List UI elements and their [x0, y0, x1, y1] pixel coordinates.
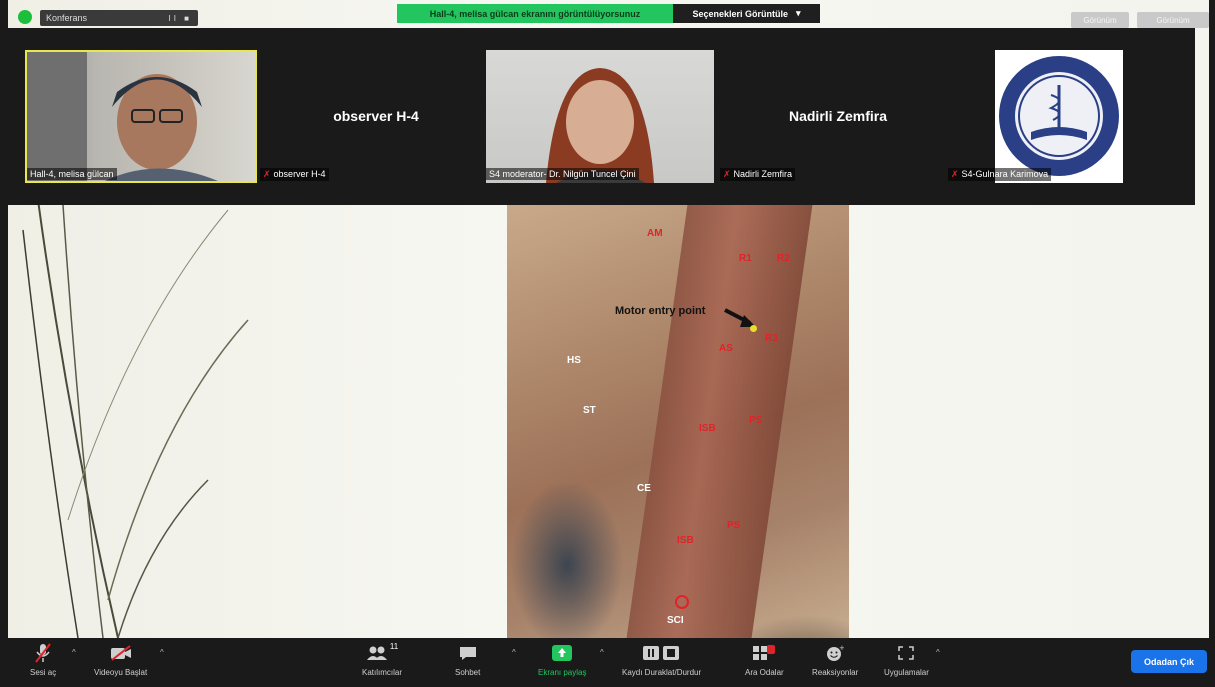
participant-gallery: Hall-4, melisa gülcan observer H-4 ✗ obse… — [8, 28, 1195, 205]
mic-muted-icon: ✗ — [723, 169, 731, 179]
breakout-rooms-label: Ara Odalar — [745, 668, 784, 677]
chevron-down-icon: ▾ — [796, 8, 801, 18]
security-shield-icon[interactable] — [18, 10, 32, 24]
view-pill-controls[interactable]: II ■ — [169, 14, 193, 23]
recording-controls-button[interactable]: Kaydı Duraklat/Durdur — [622, 642, 701, 677]
apps-button[interactable]: Uygulamalar — [884, 642, 929, 677]
participants-icon — [366, 646, 387, 660]
label-st: ST — [583, 405, 596, 416]
view-options-button[interactable]: Seçenekleri Görüntüle ▾ — [673, 4, 820, 23]
microphone-muted-icon — [35, 643, 51, 663]
participant-video-1[interactable] — [25, 50, 257, 183]
apps-icon — [898, 646, 915, 660]
motor-point-marker — [750, 325, 757, 332]
participant-name-4: Nadirli Zemfira — [788, 108, 888, 124]
view-options-label: Seçenekleri Görüntüle — [692, 8, 788, 19]
screen-share-banner: Hall-4, melisa gülcan ekranını görüntülü… — [397, 4, 673, 23]
participant-label-5-text: S4-Gulnara Karimova — [961, 169, 1049, 179]
university-seal-icon — [999, 56, 1119, 176]
chevron-up-icon[interactable]: ^ — [936, 648, 940, 657]
participant-label-4: ✗ Nadirli Zemfira — [720, 168, 796, 181]
breakout-rooms-button[interactable]: Ara Odalar — [745, 642, 784, 677]
top-right-button-2[interactable]: Görünüm — [1137, 12, 1209, 28]
chevron-up-icon[interactable]: ^ — [512, 648, 516, 657]
participants-count: 11 — [389, 642, 399, 651]
mic-muted-icon: ✗ — [951, 169, 959, 179]
label-sci: SCI — [667, 615, 684, 626]
participant-video-3[interactable] — [486, 50, 714, 183]
mic-muted-icon: ✗ — [263, 169, 271, 179]
participants-button[interactable]: 11 Katılımcılar — [362, 642, 402, 677]
chevron-up-icon[interactable]: ^ — [72, 648, 76, 657]
participant-label-2-text: observer H-4 — [273, 169, 326, 179]
chat-bubble-icon — [459, 647, 476, 660]
reactions-label: Reaksiyonlar — [812, 668, 859, 677]
start-video-button[interactable]: Videoyu Başlat — [94, 642, 147, 677]
person-video-icon — [27, 52, 218, 181]
label-r4: PS — [727, 520, 741, 531]
label-ps: PS — [749, 415, 763, 426]
participant-name-2: observer H-4 — [333, 108, 419, 124]
view-pill-label: Konferans — [46, 13, 88, 23]
top-bar: Konferans II ■ Hall-4, melisa gülcan ekr… — [0, 0, 1215, 28]
chevron-up-icon[interactable]: ^ — [160, 648, 164, 657]
label-ce: CE — [637, 483, 651, 494]
participant-label-5: ✗ S4-Gulnara Karimova — [948, 168, 1052, 181]
participant-label-4-text: Nadirli Zemfira — [733, 169, 793, 179]
start-video-label: Videoyu Başlat — [94, 668, 148, 677]
label-r1: R1 — [739, 253, 752, 264]
reactions-button[interactable]: + Reaksiyonlar — [812, 642, 858, 677]
participants-label: Katılımcılar — [362, 668, 403, 677]
svg-text:+: + — [839, 644, 844, 652]
leave-room-button[interactable]: Odadan Çık — [1131, 650, 1207, 673]
participant-label-2: ✗ observer H-4 — [260, 168, 329, 181]
muscle-region — [626, 205, 813, 638]
label-r5: R3 — [765, 333, 778, 344]
view-pill[interactable]: Konferans II ■ — [40, 10, 198, 26]
camera-off-icon — [110, 645, 131, 661]
label-as: AS — [719, 343, 733, 354]
recording-controls-label: Kaydı Duraklat/Durdur — [622, 668, 702, 677]
share-screen-icon — [552, 645, 573, 661]
label-isb: ISB — [699, 423, 716, 434]
share-screen-label: Ekranı paylaş — [538, 668, 587, 677]
label-r3: ISB — [677, 535, 694, 546]
emoji-reaction-icon: + — [827, 644, 844, 661]
anatomy-photo: AM R1 R2 Motor entry point AS R3 HS ST I… — [507, 205, 849, 638]
chat-button[interactable]: Sohbet — [455, 642, 480, 677]
meeting-toolbar: Sesi aç ^ Videoyu Başlat ^ 11 Katılımcıl… — [0, 638, 1215, 687]
label-am: AM — [647, 228, 663, 239]
person-video-icon — [546, 68, 654, 183]
share-screen-button[interactable]: Ekranı paylaş — [538, 642, 586, 677]
apps-label: Uygulamalar — [884, 668, 929, 677]
unmute-label: Sesi aç — [30, 668, 57, 677]
participant-avatar-5[interactable] — [995, 50, 1123, 183]
pause-stop-icon — [642, 646, 679, 660]
breakout-rooms-icon — [753, 645, 776, 660]
chevron-up-icon[interactable]: ^ — [600, 648, 604, 657]
chat-label: Sohbet — [455, 668, 481, 677]
participant-label-1: Hall-4, melisa gülcan — [27, 168, 117, 180]
motor-entry-label: Motor entry point — [615, 305, 706, 317]
top-right-button-1[interactable]: Görünüm — [1071, 12, 1129, 28]
label-hs: HS — [567, 355, 581, 366]
sci-marker — [675, 595, 689, 609]
label-r2: R2 — [777, 253, 790, 264]
unmute-button[interactable]: Sesi aç — [30, 642, 56, 677]
participant-label-3: S4 moderator- Dr. Nilgün Tuncel Çini — [486, 168, 639, 180]
